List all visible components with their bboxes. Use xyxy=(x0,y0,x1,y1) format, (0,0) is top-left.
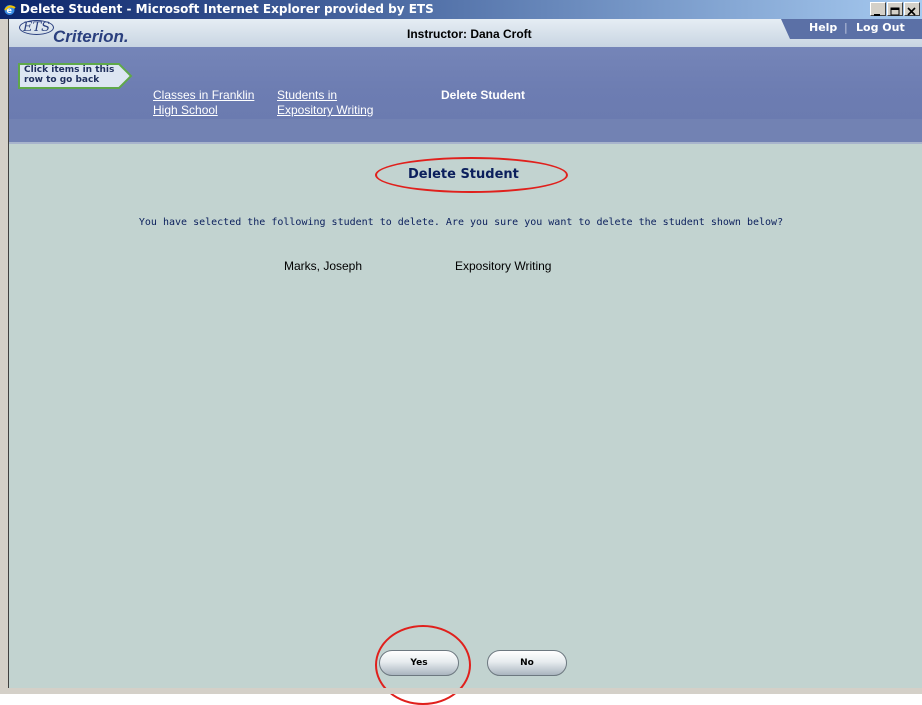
app-header: ETS Criterion. Instructor: Dana Croft He… xyxy=(9,19,922,47)
breadcrumb-classes-line2[interactable]: High School xyxy=(153,103,218,118)
instructor-name: Instructor: Dana Croft xyxy=(407,27,532,41)
breadcrumb-current: Delete Student xyxy=(441,88,526,102)
criterion-logo: Criterion. xyxy=(53,27,129,46)
window-title: Delete Student - Microsoft Internet Expl… xyxy=(20,2,434,16)
close-icon xyxy=(907,7,916,16)
close-button[interactable] xyxy=(904,2,920,16)
window-frame-bottom xyxy=(0,688,922,694)
minimize-button[interactable] xyxy=(870,2,886,16)
top-links: Help | Log Out xyxy=(772,19,922,47)
maximize-icon xyxy=(890,7,900,16)
link-separator: | xyxy=(844,21,848,34)
window-title-bar: e Delete Student - Microsoft Internet Ex… xyxy=(0,0,922,19)
breadcrumb-students-line1[interactable]: Students in xyxy=(277,88,337,103)
delete-confirmation-message: You have selected the following student … xyxy=(138,217,784,228)
breadcrumb-bar-lower xyxy=(9,119,922,144)
breadcrumb-students-line2[interactable]: Expository Writing xyxy=(277,103,373,118)
internet-explorer-icon: e xyxy=(4,5,16,15)
help-link[interactable]: Help xyxy=(809,21,837,34)
student-class: Expository Writing xyxy=(455,259,552,273)
minimize-icon xyxy=(874,14,880,16)
svg-text:e: e xyxy=(7,6,13,15)
window-frame-left xyxy=(0,19,9,694)
maximize-button[interactable] xyxy=(887,2,903,16)
ets-logo: ETS xyxy=(19,20,55,35)
breadcrumb-classes-line1[interactable]: Classes in Franklin xyxy=(153,88,254,103)
breadcrumb-bar xyxy=(9,47,922,119)
no-button[interactable]: No xyxy=(487,650,567,676)
breadcrumb-hint: Click items in this row to go back xyxy=(18,63,133,89)
student-name: Marks, Joseph xyxy=(284,259,363,273)
logout-link[interactable]: Log Out xyxy=(856,21,905,34)
breadcrumb-hint-text: Click items in this row to go back xyxy=(24,65,115,85)
title-highlight-circle xyxy=(375,157,568,193)
